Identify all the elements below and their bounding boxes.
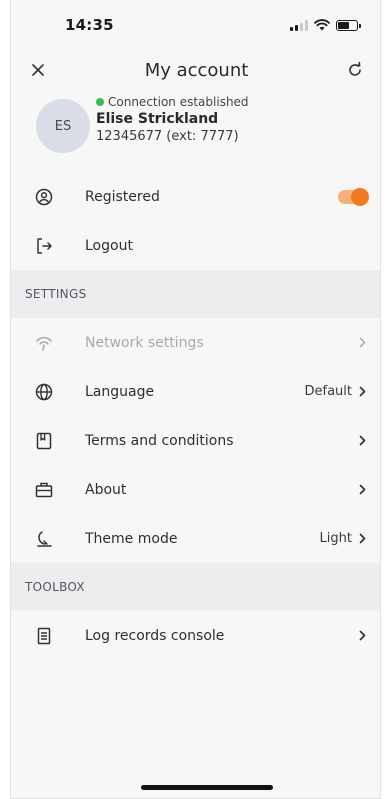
connection-dot-icon	[96, 97, 104, 106]
theme-mode-label: Theme mode	[85, 530, 178, 547]
logout-row[interactable]: Logout	[11, 221, 380, 270]
avatar: ES	[36, 99, 90, 153]
home-indicator[interactable]	[141, 785, 273, 790]
theme-mode-value: Light	[319, 531, 352, 546]
chevron-right-icon	[356, 630, 368, 641]
network-icon	[33, 332, 55, 354]
network-settings-label: Network settings	[85, 334, 204, 351]
user-name: Elise Strickland	[96, 110, 219, 127]
top-app-bar: My account	[11, 50, 380, 90]
profile-card: ES Connection established Elise Strickla…	[11, 90, 380, 172]
refresh-icon	[349, 62, 361, 76]
language-label: Language	[85, 383, 155, 400]
user-number: 12345677 (ext: 7777)	[96, 128, 239, 144]
cellular-signal-icon	[290, 19, 308, 31]
toolbox-section-header: TOOLBOX	[11, 563, 380, 611]
theme-mode-row[interactable]: Theme mode Light	[11, 514, 380, 563]
chevron-right-icon	[356, 435, 368, 446]
profile-info: Connection established Elise Strickland …	[96, 95, 249, 144]
document-icon	[33, 430, 55, 452]
logout-label: Logout	[85, 237, 133, 254]
app-screen: 14:35 My account ES Connection establish…	[10, 0, 381, 799]
refresh-button[interactable]	[342, 57, 368, 83]
close-button[interactable]	[25, 57, 51, 83]
chevron-right-icon	[356, 337, 368, 348]
user-circle-icon	[33, 186, 55, 208]
theme-moon-icon	[33, 528, 55, 550]
registered-row[interactable]: Registered	[11, 172, 380, 221]
connection-status: Connection established	[96, 95, 249, 109]
registered-label: Registered	[85, 188, 160, 205]
briefcase-icon	[33, 479, 55, 501]
globe-icon	[33, 381, 55, 403]
chevron-right-icon	[356, 484, 368, 495]
registered-toggle[interactable]	[338, 187, 369, 206]
connection-status-text: Connection established	[108, 94, 249, 109]
terms-label: Terms and conditions	[85, 432, 234, 449]
log-records-label: Log records console	[85, 627, 225, 644]
close-icon	[32, 64, 44, 76]
logout-icon	[33, 235, 55, 257]
status-bar: 14:35	[11, 0, 380, 50]
chevron-right-icon	[356, 533, 368, 544]
about-label: About	[85, 481, 127, 498]
battery-icon	[336, 19, 361, 31]
wifi-icon	[314, 19, 330, 31]
log-records-row[interactable]: Log records console	[11, 611, 380, 660]
page-title: My account	[144, 59, 249, 81]
chevron-right-icon	[356, 386, 368, 397]
about-row[interactable]: About	[11, 465, 380, 514]
network-settings-row[interactable]: Network settings	[11, 318, 380, 367]
settings-section-header: SETTINGS	[11, 270, 380, 318]
log-records-icon	[33, 625, 55, 647]
terms-row[interactable]: Terms and conditions	[11, 416, 380, 465]
status-time: 14:35	[65, 16, 114, 34]
status-icons	[290, 19, 361, 31]
language-value: Default	[304, 384, 353, 399]
language-row[interactable]: Language Default	[11, 367, 380, 416]
